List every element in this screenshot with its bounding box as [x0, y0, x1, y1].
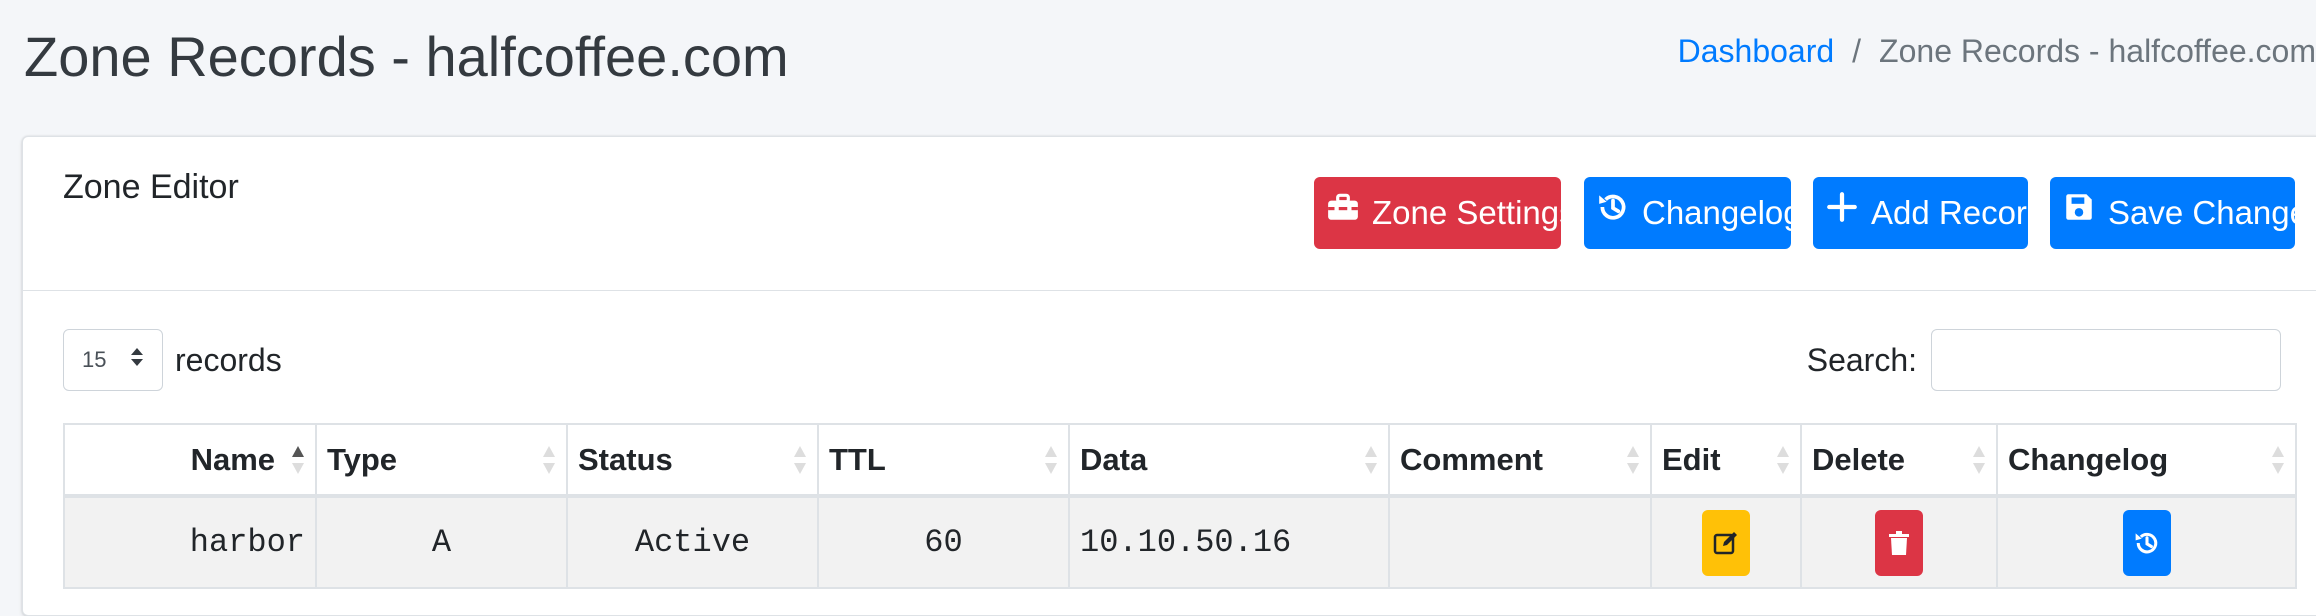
records-per-page-value: 15	[82, 347, 107, 372]
cell-ttl: 60	[817, 495, 1070, 589]
history-icon	[1596, 177, 1630, 249]
edit-icon	[1713, 531, 1737, 554]
cell-comment	[1388, 495, 1652, 589]
records-length-control: 15 records	[63, 329, 282, 391]
column-header-type[interactable]: Type	[315, 423, 568, 498]
edit-record-button[interactable]	[1702, 509, 1750, 576]
table-search: Search:	[1807, 329, 2281, 391]
sort-icon	[794, 445, 806, 474]
zone-editor-card: Zone Editor Zone Settings Changelog Add …	[22, 136, 2316, 616]
search-input[interactable]	[1931, 329, 2281, 391]
column-header-ttl[interactable]: TTL	[817, 423, 1070, 498]
cell-type: A	[315, 495, 568, 589]
cell-name: harbor	[63, 495, 317, 589]
search-label: Search:	[1806, 341, 1917, 378]
sort-icon	[1627, 445, 1639, 474]
sort-asc-icon	[292, 445, 304, 474]
records-suffix-label: records	[175, 341, 282, 378]
cell-changelog	[1996, 495, 2297, 589]
select-updown-icon	[130, 346, 144, 374]
save-changes-label: Save Changes	[2108, 194, 2316, 231]
table-row: harbor A Active 60 10.10.50.16	[63, 495, 2297, 589]
sort-icon	[543, 445, 555, 474]
card-title: Zone Editor	[63, 168, 239, 206]
sort-icon	[1365, 445, 1377, 474]
column-header-status[interactable]: Status	[566, 423, 819, 498]
cell-delete	[1800, 495, 1998, 589]
toolbox-icon	[1326, 177, 1360, 249]
column-header-delete[interactable]: Delete	[1800, 423, 1998, 498]
sort-icon	[1973, 445, 1985, 474]
cell-edit	[1650, 495, 1802, 589]
sort-icon	[1045, 445, 1057, 474]
zone-settings-button[interactable]: Zone Settings	[1314, 177, 1576, 249]
breadcrumb-dashboard-link[interactable]: Dashboard	[1678, 33, 1835, 69]
add-record-button[interactable]: Add Record	[1813, 177, 2045, 249]
sort-icon	[2272, 445, 2284, 474]
cell-data: 10.10.50.16	[1068, 495, 1390, 589]
cell-status: Active	[566, 495, 819, 589]
breadcrumb: Dashboard / Zone Records - halfcoffee.com	[1678, 28, 2316, 74]
delete-record-button[interactable]	[1875, 509, 1923, 576]
card-header: Zone Editor Zone Settings Changelog Add …	[23, 137, 2316, 291]
plus-icon	[1825, 177, 1859, 249]
zone-settings-label: Zone Settings	[1372, 194, 1576, 231]
table-header-row: Name Type Status TTL Data Comment Edit D…	[63, 423, 2297, 498]
breadcrumb-current: Zone Records - halfcoffee.com	[1879, 33, 2316, 69]
changelog-button[interactable]: Changelog	[1584, 177, 1802, 249]
row-changelog-button[interactable]	[2122, 509, 2171, 576]
column-header-data[interactable]: Data	[1068, 423, 1390, 498]
records-per-page-select[interactable]: 15	[63, 329, 163, 391]
column-header-comment[interactable]: Comment	[1388, 423, 1652, 498]
column-header-name[interactable]: Name	[63, 423, 317, 498]
zone-records-table: Name Type Status TTL Data Comment Edit D…	[63, 423, 2297, 589]
column-header-edit[interactable]: Edit	[1650, 423, 1802, 498]
changelog-label: Changelog	[1642, 194, 1802, 231]
page-title: Zone Records - halfcoffee.com	[24, 25, 789, 88]
breadcrumb-separator: /	[1852, 33, 1862, 69]
add-record-label: Add Record	[1871, 194, 2046, 231]
column-header-changelog[interactable]: Changelog	[1996, 423, 2297, 498]
floppy-disk-icon	[2062, 177, 2096, 249]
save-changes-button[interactable]: Save Changes	[2050, 177, 2316, 249]
history-icon	[2135, 532, 2157, 553]
trash-icon	[1889, 530, 1909, 555]
sort-icon	[1777, 445, 1789, 474]
